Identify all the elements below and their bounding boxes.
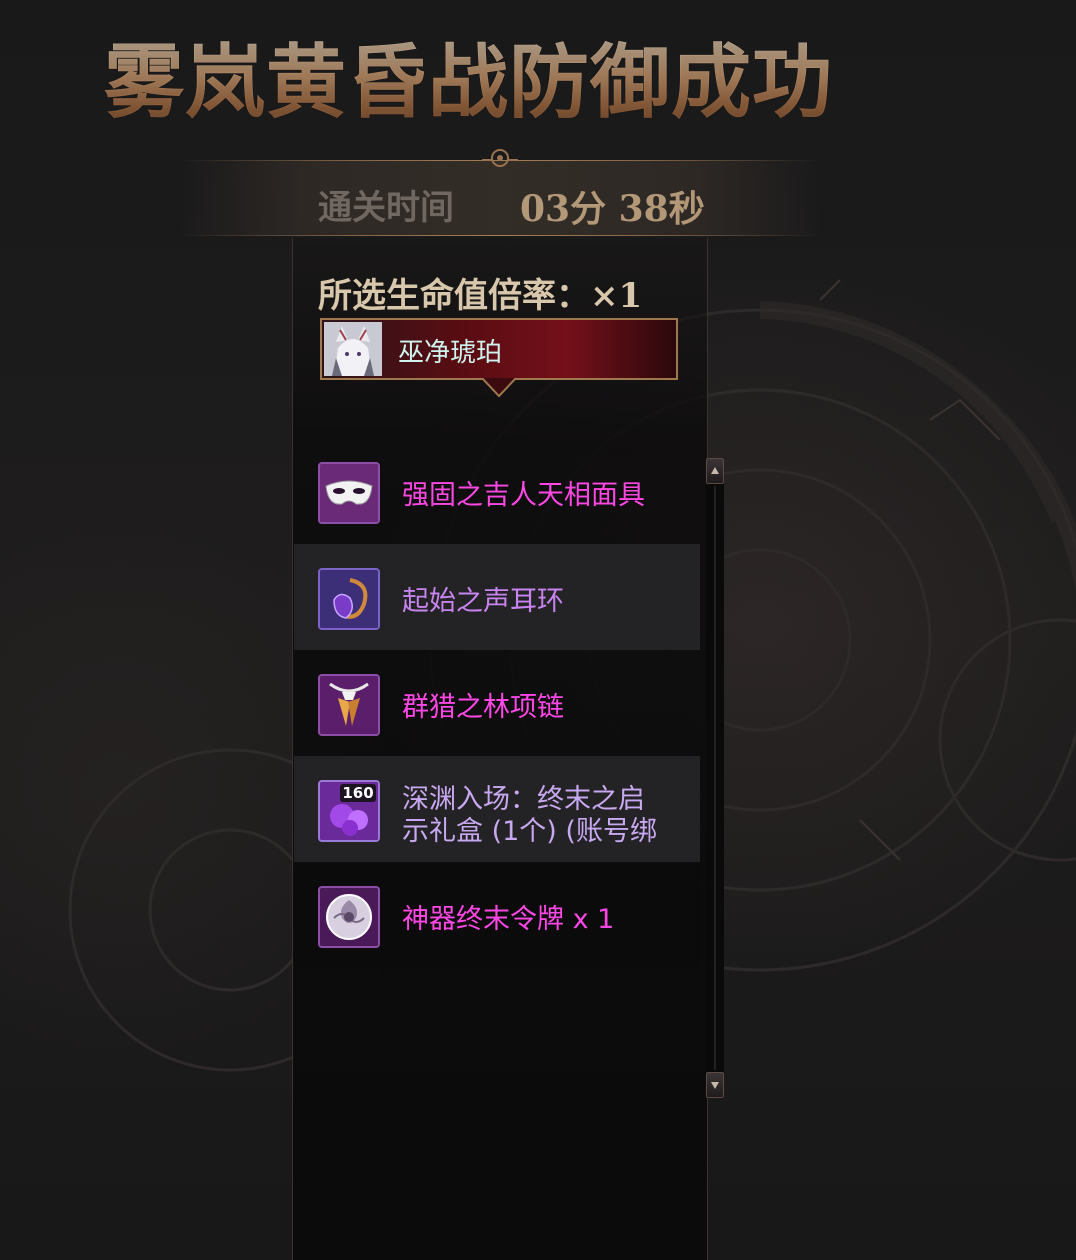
token-icon [318, 886, 380, 948]
list-item[interactable]: 160 深渊入场：终末之启 示礼盒 (1个) (账号绑 [294, 756, 700, 862]
item-name-line: 神器终末令牌 x 1 [402, 904, 615, 935]
character-avatar [324, 322, 382, 376]
gear-ornament-icon [482, 149, 518, 167]
page-title: 雾岚黄昏战防御成功 [104, 32, 924, 132]
item-name-line: 示礼盒 (1个) (账号绑 [402, 816, 657, 847]
item-name: 强固之吉人天相面具 [402, 480, 692, 512]
clear-time-value: 03分 38秒 [520, 188, 705, 230]
scroll-track[interactable] [714, 486, 716, 1070]
item-name: 神器终末令牌 x 1 [402, 904, 692, 936]
item-count-badge: 160 [342, 784, 373, 802]
mask-icon [318, 462, 380, 524]
character-portrait-icon [324, 322, 382, 376]
list-item[interactable]: 强固之吉人天相面具 [294, 438, 700, 544]
pointer-arrow-icon [482, 378, 516, 398]
reward-list-scrollbar[interactable] [706, 458, 724, 1098]
scroll-down-button[interactable] [706, 1072, 724, 1098]
earring-icon [318, 568, 380, 630]
character-name: 巫净琥珀 [398, 338, 503, 368]
clear-time-label: 通关时间 [318, 188, 454, 228]
list-item[interactable]: 神器终末令牌 x 1 [294, 862, 700, 968]
arrow-down-icon [711, 1082, 719, 1089]
hp-multiplier-label: 所选生命值倍率：×1 [318, 276, 643, 316]
character-banner: 巫净琥珀 [320, 318, 678, 380]
gift-box-icon: 160 [318, 780, 380, 842]
item-name: 深渊入场：终末之启 示礼盒 (1个) (账号绑 [402, 784, 692, 848]
list-item[interactable]: 起始之声耳环 [294, 544, 700, 650]
divider [180, 235, 820, 236]
item-name-line: 起始之声耳环 [402, 586, 564, 617]
item-name-line: 强固之吉人天相面具 [402, 480, 645, 511]
arrow-up-icon [711, 467, 719, 474]
scroll-up-button[interactable] [706, 458, 724, 484]
clear-time-bar: 通关时间 03分 38秒 [180, 149, 820, 236]
necklace-icon [318, 674, 380, 736]
item-name-line: 群猎之林项链 [402, 692, 564, 723]
list-item[interactable]: 群猎之林项链 [294, 650, 700, 756]
item-name: 群猎之林项链 [402, 692, 692, 724]
item-name: 起始之声耳环 [402, 586, 692, 618]
item-name-line: 深渊入场：终末之启 [402, 784, 645, 815]
